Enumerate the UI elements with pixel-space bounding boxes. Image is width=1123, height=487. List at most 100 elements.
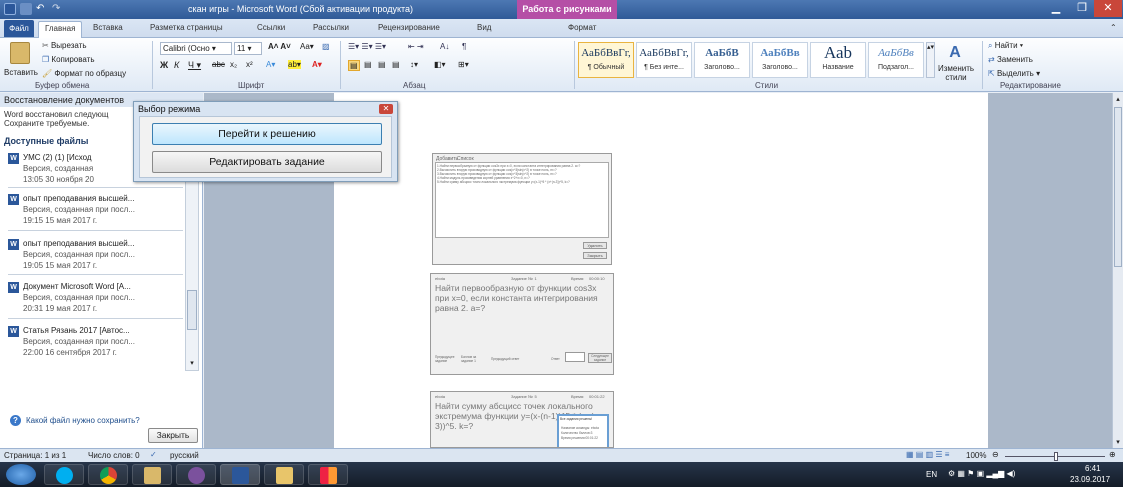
app-taskbar-icon[interactable] [308,464,348,485]
subscript-icon[interactable]: x₂ [230,60,237,69]
tab-page-layout[interactable]: Разметка страницы [150,23,223,32]
grow-font-icon[interactable]: A˄ A˅ [268,42,291,51]
folder-taskbar-icon[interactable] [264,464,304,485]
explorer-taskbar-icon[interactable] [132,464,172,485]
replace-button[interactable]: ⇄ Заменить [988,55,1033,64]
redo-icon[interactable]: ↷ [52,3,64,15]
clear-format-icon[interactable]: ▨ [322,42,330,51]
scroll-thumb[interactable] [187,290,197,330]
document-vertical-scrollbar[interactable]: ▴ ▾ [1112,93,1123,448]
embedded-image-task-5[interactable]: ebota Задание №: 5 Время: 00:01:22 Найти… [430,391,614,448]
strikethrough-icon[interactable]: abc [212,60,225,69]
zoom-level[interactable]: 100% [966,451,986,460]
sort-icon[interactable]: A↓ [440,42,449,51]
zoom-in-icon[interactable]: ⊕ [1109,450,1116,459]
close-recovery-button[interactable]: Закрыть [148,428,198,443]
word-taskbar-icon[interactable] [220,464,260,485]
indent-icon[interactable]: ⇤ ⇥ [408,42,424,51]
tab-mailings[interactable]: Рассылки [313,23,349,32]
bullets-icon[interactable]: ☰▾ ☰▾ ☰▾ [348,42,386,51]
style-heading-1[interactable]: АаБбВ Заголово... [694,42,750,78]
italic-icon[interactable]: К [174,60,179,70]
recovered-file-item[interactable]: W Статья Рязань 2017 [Автос... Версия, с… [8,326,183,368]
font-color-icon[interactable]: A▾ [312,60,322,69]
minimize-ribbon-icon[interactable]: ⌃ [1110,23,1117,32]
document-page[interactable]: Добавить Список 1.Найти первообразную от… [334,93,988,448]
word-app-icon[interactable] [4,3,16,15]
styles-scroll[interactable]: ▴▾ [926,42,935,78]
text-effects-icon[interactable]: A▾ [266,60,275,69]
pilcrow-icon[interactable]: ¶ [462,42,466,51]
style-title[interactable]: Ааb Название [810,42,866,78]
cut-button[interactable]: ✂ Вырезать [42,41,87,50]
align-right-icon[interactable]: ▤ [378,60,386,69]
tab-file[interactable]: Файл [4,20,34,37]
viber-taskbar-icon[interactable] [176,464,216,485]
embedded-image-task-1[interactable]: ebota Задание №: 1 Время: 00:00:10 Найти… [430,273,614,375]
embedded-image-task-list[interactable]: Добавить Список 1.Найти первообразную от… [432,153,612,265]
language-indicator[interactable]: русский [170,451,199,460]
tab-references[interactable]: Ссылки [257,23,285,32]
help-question-icon[interactable]: ? [10,415,21,426]
recovery-list-scrollbar[interactable]: ▾ [185,149,199,371]
font-name-select[interactable]: Calibri (Осно ▾ [160,42,232,55]
format-painter-button[interactable]: 🖌 Формат по образцу [42,69,126,78]
tab-review[interactable]: Рецензирование [378,23,440,32]
tab-insert[interactable]: Вставка [93,23,123,32]
dialog-close-button[interactable]: ✕ [379,104,393,114]
select-button[interactable]: ⇱ Выделить ▾ [988,69,1040,78]
go-to-solution-button[interactable]: Перейти к решению [152,123,382,145]
font-size-select[interactable]: 11 ▾ [234,42,262,55]
divider [8,318,183,319]
style-no-spacing[interactable]: АаБбВвГг, ¶ Без инте... [636,42,692,78]
scroll-up-arrow[interactable]: ▴ [1114,95,1122,103]
skype-taskbar-icon[interactable] [44,464,84,485]
align-left-icon[interactable]: ▤ [348,60,360,71]
zoom-out-icon[interactable]: ⊖ [992,450,999,459]
save-icon[interactable] [20,3,32,15]
scroll-down-arrow[interactable]: ▾ [187,359,197,369]
change-styles-icon[interactable]: A [943,44,967,62]
align-center-icon[interactable]: ▤ [364,60,372,69]
start-button[interactable] [6,464,36,485]
shading-icon[interactable]: ◧▾ [434,60,446,69]
find-button[interactable]: ⌕ Найти ▾ [988,41,1023,51]
paste-icon[interactable] [10,42,30,64]
highlight-icon[interactable]: ab▾ [288,60,301,69]
page-counter[interactable]: Страница: 1 из 1 [4,451,66,460]
tray-icons[interactable]: ⚙ ▦ ⚑ ▣ ▂▄▆ ◀) [948,469,1015,478]
tab-view[interactable]: Вид [477,23,491,32]
restore-button[interactable]: ❐ [1068,0,1096,17]
superscript-icon[interactable]: x² [246,60,253,69]
close-window-button[interactable]: ✕ [1094,0,1122,17]
clock-date[interactable]: 23.09.2017 [1070,475,1110,484]
undo-icon[interactable]: ↶ [36,3,48,15]
help-link[interactable]: Какой файл нужно сохранить? [26,416,140,425]
underline-icon[interactable]: Ч ▾ [188,60,201,71]
bold-icon[interactable]: Ж [160,60,168,70]
minimize-button[interactable]: ▁ [1042,0,1070,17]
justify-icon[interactable]: ▤ [392,60,400,69]
style-normal[interactable]: АаБбВвГг, ¶ Обычный [578,42,634,78]
view-mode-icons[interactable]: ▦ ▤ ▥ ☰ ≡ [906,450,949,459]
copy-button[interactable]: ❐ Копировать [42,55,94,64]
tab-format[interactable]: Формат [568,23,596,32]
word-count[interactable]: Число слов: 0 [88,451,140,460]
spellcheck-icon[interactable]: ✓ [150,450,157,459]
edit-task-button[interactable]: Редактировать задание [152,151,382,173]
change-styles-button[interactable]: Изменить стили [937,64,975,82]
style-heading-2[interactable]: АаБбВв Заголово... [752,42,808,78]
style-subtitle[interactable]: АаБбВв Подзагол... [868,42,924,78]
chrome-taskbar-icon[interactable] [88,464,128,485]
borders-icon[interactable]: ⊞▾ [458,60,469,69]
line-spacing-icon[interactable]: ↕▾ [410,60,418,69]
change-case-icon[interactable]: Aa▾ [300,42,314,51]
input-language[interactable]: EN [926,470,937,479]
tab-home[interactable]: Главная [38,21,83,39]
scroll-down-arrow[interactable]: ▾ [1114,438,1122,446]
zoom-slider-thumb[interactable] [1054,452,1058,461]
paste-button[interactable]: Вставить [4,68,38,77]
scroll-thumb[interactable] [1114,107,1122,267]
context-tab-picture-tools: Работа с рисунками [517,0,617,19]
clock-time[interactable]: 6:41 [1085,464,1101,473]
